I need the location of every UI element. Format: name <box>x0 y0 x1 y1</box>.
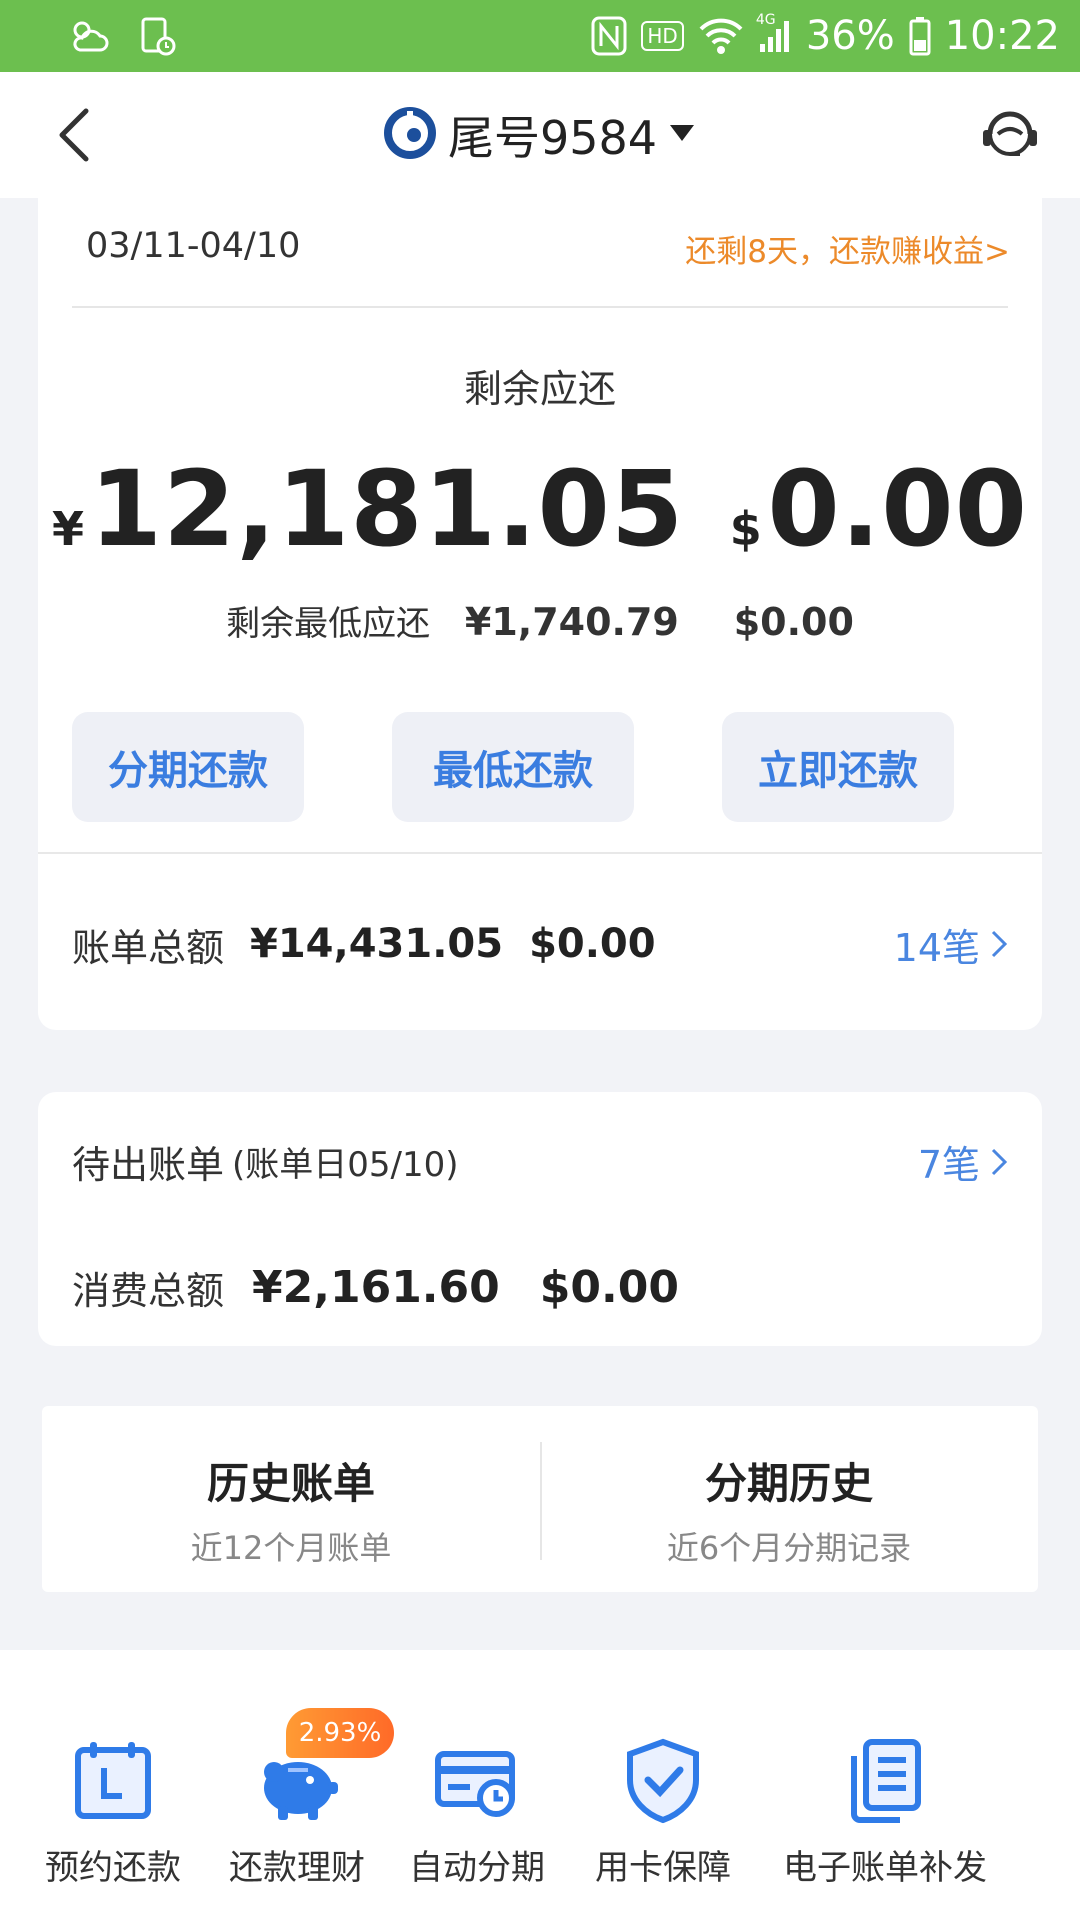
tool-label: 用卡保障 <box>595 1848 731 1888</box>
repay-wealth-button[interactable]: 还款理财 <box>222 1736 372 1889</box>
bill-total-cny: ¥14,431.05 <box>250 921 504 967</box>
current-bill-card: 03/11-04/10 还剩8天，还款赚收益> 剩余应还 ¥ 12,181.05… <box>38 198 1042 1030</box>
pending-bill-card[interactable]: 待出账单 (账单日05/10) 7笔 消费总额 ¥2,161.60 $0.00 <box>38 1092 1042 1346</box>
ebill-resend-button[interactable]: 电子账单补发 <box>780 1736 990 1889</box>
repay-reminder-link[interactable]: 还剩8天，还款赚收益> <box>685 226 1010 271</box>
bill-total-label: 账单总额 <box>72 925 225 970</box>
spend-total-cny: ¥2,161.60 <box>252 1262 500 1313</box>
weather-icon <box>68 16 112 56</box>
minimum-due-usd: $0.00 <box>733 600 854 644</box>
tool-label: 预约还款 <box>45 1848 181 1888</box>
headset-icon <box>983 111 1037 156</box>
minimum-due-row: 剩余最低应还 ¥1,740.79 $0.00 <box>38 596 1042 645</box>
statement-date: (账单日05/10) <box>232 1145 459 1185</box>
bill-period: 03/11-04/10 <box>86 226 301 266</box>
tool-label: 还款理财 <box>229 1848 365 1888</box>
pending-bill-label: 待出账单 <box>72 1143 225 1187</box>
card-clock-icon <box>435 1751 515 1817</box>
tool-label: 自动分期 <box>409 1848 545 1888</box>
tool-label: 电子账单补发 <box>783 1848 987 1888</box>
scheduled-repay-button[interactable]: 预约还款 <box>42 1736 184 1889</box>
bill-history-subtitle: 近12个月账单 <box>190 1529 392 1567</box>
usd-amount: 0.00 <box>767 448 1028 570</box>
usd-symbol: $ <box>729 502 762 556</box>
divider <box>38 852 1042 854</box>
minimum-due-label: 剩余最低应还 <box>226 604 431 644</box>
battery-percent: 36% <box>805 13 895 59</box>
installment-repay-button[interactable]: 分期还款 <box>72 712 304 822</box>
history-card: 历史账单 近12个月账单 分期历史 近6个月分期记录 <box>42 1406 1038 1592</box>
hd-icon: HD <box>641 21 684 51</box>
bank-logo-icon <box>384 107 436 163</box>
caret-down-icon <box>669 123 695 147</box>
cell-signal-icon: 4G <box>756 12 792 54</box>
back-button[interactable] <box>44 102 104 168</box>
pending-transaction-count: 7笔 <box>917 1143 980 1187</box>
divider <box>72 306 1008 308</box>
bill-transactions-link[interactable]: 14笔 <box>894 917 1008 972</box>
screen-timer-icon <box>140 16 176 56</box>
calendar-icon <box>75 1742 151 1819</box>
shield-check-icon <box>627 1738 699 1824</box>
remaining-due-label: 剩余应还 <box>463 367 616 411</box>
spend-total-label: 消费总额 <box>72 1269 225 1313</box>
remaining-due-amounts: ¥ 12,181.05 $ 0.00 <box>38 448 1042 570</box>
card-selector[interactable]: 尾号9584 <box>384 104 695 166</box>
installment-history-button[interactable]: 分期历史 近6个月分期记录 <box>540 1406 1038 1592</box>
bill-history-title: 历史账单 <box>206 1459 375 1508</box>
interest-rate-badge: 2.93% <box>286 1708 394 1758</box>
clock: 10:22 <box>944 13 1060 59</box>
nfc-icon <box>591 16 627 56</box>
cny-symbol: ¥ <box>52 502 85 556</box>
customer-service-button[interactable] <box>978 104 1042 168</box>
chevron-right-icon <box>991 930 1008 958</box>
chevron-left-icon <box>59 108 89 162</box>
cny-amount: 12,181.05 <box>89 448 685 570</box>
battery-icon <box>909 16 931 56</box>
chevron-right-icon <box>991 1148 1008 1175</box>
bill-total-usd: $0.00 <box>529 921 656 967</box>
status-bar: HD 4G 36% 10:22 <box>0 0 1080 72</box>
service-toolbar: 预约还款 还款理财 自动分期 用卡保障 电子账单补发 <box>0 1650 1080 1920</box>
document-icon <box>851 1739 921 1823</box>
installment-history-title: 分期历史 <box>704 1459 873 1508</box>
installment-history-subtitle: 近6个月分期记录 <box>666 1529 912 1567</box>
bill-history-button[interactable]: 历史账单 近12个月账单 <box>42 1406 540 1592</box>
bill-total-row[interactable]: 账单总额 ¥14,431.05 $0.00 14笔 <box>72 914 1008 974</box>
network-type: 4G <box>755 12 776 28</box>
pending-bill-header: 待出账单 (账单日05/10) 7笔 <box>72 1134 1008 1189</box>
minimum-due-cny: ¥1,740.79 <box>464 600 679 644</box>
minimum-repay-button[interactable]: 最低还款 <box>392 712 634 822</box>
page-title: 尾号9584 <box>448 111 658 165</box>
bill-transaction-count: 14笔 <box>893 925 980 970</box>
app-header: 尾号9584 <box>0 72 1080 198</box>
wifi-icon <box>698 17 744 55</box>
card-protection-button[interactable]: 用卡保障 <box>592 1736 734 1889</box>
spend-total-row: 消费总额 ¥2,161.60 $0.00 <box>72 1260 1008 1315</box>
pending-transactions-link[interactable]: 7笔 <box>918 1134 1008 1189</box>
auto-installment-button[interactable]: 自动分期 <box>406 1736 548 1889</box>
spend-total-usd: $0.00 <box>539 1262 679 1313</box>
repay-now-button[interactable]: 立即还款 <box>722 712 954 822</box>
